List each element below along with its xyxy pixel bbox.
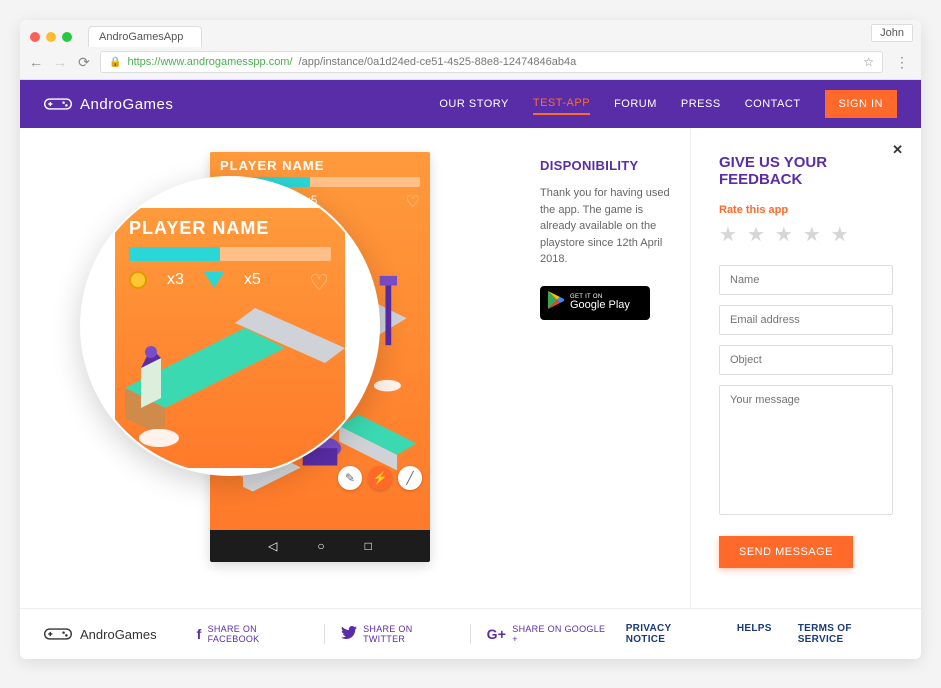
rate-label: Rate this app: [719, 204, 893, 216]
footer-brand-text: AndroGames: [80, 627, 157, 642]
share-googleplus[interactable]: G+ SHARE ON GOOGLE +: [470, 624, 626, 644]
footer-brand[interactable]: AndroGames: [44, 624, 157, 644]
browser-user-chip[interactable]: John: [871, 24, 913, 42]
magnifier-overlay: PLAYER NAME x3 x5 ♡: [80, 176, 380, 476]
twitter-icon: [341, 626, 357, 642]
name-input[interactable]: [719, 265, 893, 295]
mag-coin-icon: [129, 271, 147, 289]
android-nav-bar: ◁ ○ □: [210, 530, 430, 562]
nav-test-app[interactable]: TEST-APP: [533, 93, 590, 115]
footer-helps[interactable]: HELPS: [737, 623, 772, 645]
site-header: AndroGames OUR STORY TEST-APP FORUM PRES…: [20, 80, 921, 128]
disponibility-title: DISPONIBILITY: [540, 158, 680, 173]
star-4-icon[interactable]: ★: [803, 222, 821, 247]
android-back-icon[interactable]: ◁: [268, 539, 277, 553]
brand-text: AndroGames: [80, 96, 173, 113]
email-input[interactable]: [719, 305, 893, 335]
mag-gem-count: x5: [244, 271, 261, 289]
footer-links: PRIVACY NOTICE HELPS TERMS OF SERVICE: [626, 623, 897, 645]
gplay-big: Google Play: [570, 300, 630, 311]
footer-privacy[interactable]: PRIVACY NOTICE: [626, 623, 711, 645]
mag-coin-count: x3: [167, 271, 184, 289]
browser-menu-icon[interactable]: ⋮: [891, 54, 913, 71]
minimize-window-icon[interactable]: [46, 32, 56, 42]
browser-window: AndroGamesApp John ← → ⟳ 🔒 https://www.a…: [20, 20, 921, 659]
share-twitter[interactable]: SHARE ON TWITTER: [324, 624, 470, 644]
window-controls: [28, 30, 80, 44]
mag-gem-icon: [204, 272, 224, 288]
mag-player-name: PLAYER NAME: [115, 208, 345, 243]
object-input[interactable]: [719, 345, 893, 375]
browser-tab[interactable]: AndroGamesApp: [88, 26, 202, 47]
googleplus-icon: G+: [487, 626, 507, 642]
maximize-window-icon[interactable]: [62, 32, 72, 42]
mag-progress-fill: [129, 247, 220, 261]
rating-stars: ★ ★ ★ ★ ★: [719, 222, 893, 247]
close-icon[interactable]: ✕: [892, 142, 903, 158]
magnified-game-hud: PLAYER NAME x3 x5 ♡: [115, 208, 345, 468]
google-play-badge[interactable]: GET IT ON Google Play: [540, 286, 650, 320]
mag-progress-bar: [129, 247, 331, 261]
heart-icon: ♡: [406, 192, 420, 212]
close-window-icon[interactable]: [30, 32, 40, 42]
facebook-icon: f: [197, 626, 202, 642]
forward-icon[interactable]: →: [52, 54, 68, 70]
share-fb-label: SHARE ON FACEBOOK: [208, 624, 309, 644]
url-path: /app/instance/0a1d24ed-ce51-4s25-88e8-12…: [299, 56, 577, 68]
brand[interactable]: AndroGames: [44, 94, 173, 114]
disponibility-text: Thank you for having used the app. The g…: [540, 185, 680, 268]
share-facebook[interactable]: f SHARE ON FACEBOOK: [181, 624, 325, 644]
feedback-panel: ✕ GIVE US YOUR FEEDBACK Rate this app ★ …: [690, 128, 921, 608]
google-play-text: GET IT ON Google Play: [570, 294, 630, 311]
star-5-icon[interactable]: ★: [831, 222, 849, 247]
footer-tos[interactable]: TERMS OF SERVICE: [798, 623, 897, 645]
message-textarea[interactable]: [719, 385, 893, 515]
tab-bar: AndroGamesApp John: [20, 20, 921, 47]
reload-icon[interactable]: ⟳: [76, 54, 92, 71]
google-play-icon: [548, 291, 564, 314]
social-share-group: f SHARE ON FACEBOOK SHARE ON TWITTER G+ SH…: [181, 624, 626, 644]
player-name-label: PLAYER NAME: [210, 152, 430, 175]
disponibility-column: DISPONIBILITY Thank you for having used …: [520, 128, 690, 608]
android-home-icon[interactable]: ○: [317, 539, 324, 553]
url-field[interactable]: 🔒 https://www.androgamesspp.com/ /app/ins…: [100, 51, 883, 73]
main-content: PLAYER NAME x3 x5 ♡: [20, 128, 921, 608]
android-recent-icon[interactable]: □: [365, 539, 372, 553]
back-icon[interactable]: ←: [28, 54, 44, 70]
site-footer: AndroGames f SHARE ON FACEBOOK SHARE ON T…: [20, 608, 921, 659]
feedback-title: GIVE US YOUR FEEDBACK: [719, 154, 893, 188]
address-bar: ← → ⟳ 🔒 https://www.androgamesspp.com/ /a…: [20, 47, 921, 79]
bookmark-icon[interactable]: ☆: [863, 55, 874, 69]
mag-heart-icon: ♡: [309, 270, 329, 296]
main-nav: OUR STORY TEST-APP FORUM PRESS CONTACT S…: [439, 90, 897, 118]
url-secure: https://www.androgamesspp.com/: [127, 56, 292, 68]
lock-icon: 🔒: [109, 57, 121, 68]
brand-logo-icon: [44, 94, 72, 114]
star-2-icon[interactable]: ★: [747, 222, 765, 247]
signin-button[interactable]: SIGN IN: [825, 90, 897, 118]
nav-contact[interactable]: CONTACT: [745, 94, 801, 114]
tab-title: AndroGamesApp: [99, 31, 183, 43]
nav-forum[interactable]: FORUM: [614, 94, 657, 114]
nav-our-story[interactable]: OUR STORY: [439, 94, 509, 114]
star-1-icon[interactable]: ★: [719, 222, 737, 247]
share-gp-label: SHARE ON GOOGLE +: [512, 624, 609, 644]
share-tw-label: SHARE ON TWITTER: [363, 624, 454, 644]
send-message-button[interactable]: SEND MESSAGE: [719, 536, 853, 568]
tool-brush-icon[interactable]: ╱: [398, 466, 422, 490]
nav-press[interactable]: PRESS: [681, 94, 721, 114]
browser-chrome: AndroGamesApp John ← → ⟳ 🔒 https://www.a…: [20, 20, 921, 80]
star-3-icon[interactable]: ★: [775, 222, 793, 247]
